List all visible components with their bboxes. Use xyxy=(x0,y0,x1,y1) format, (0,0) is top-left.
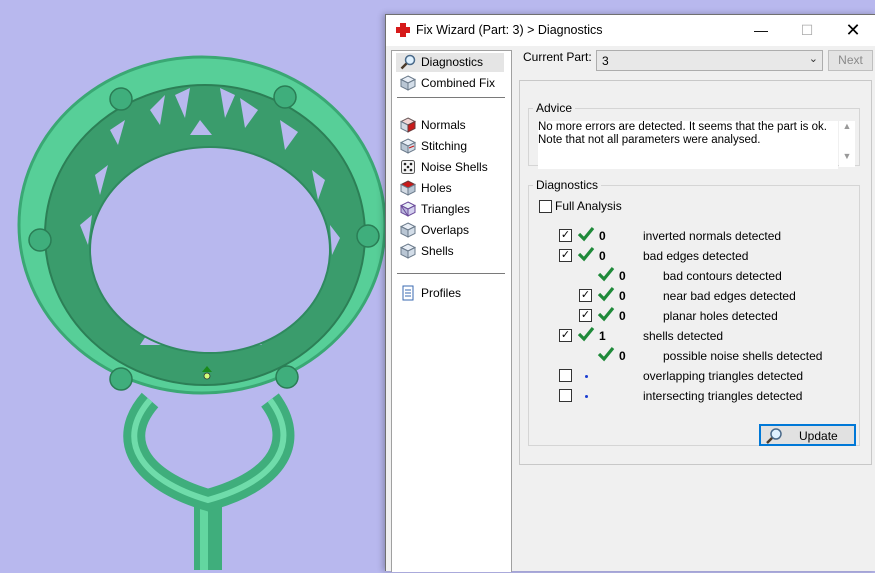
ring-model-render xyxy=(17,55,387,570)
diag-count: 1 xyxy=(599,329,606,343)
advice-line: Note that not all parameters were analys… xyxy=(538,134,761,146)
bad-edges-checkbox[interactable]: ✓ xyxy=(559,249,572,262)
title-bar[interactable]: Fix Wizard (Part: 3) > Diagnostics — ☐ ✕ xyxy=(386,15,875,46)
diag-count: 0 xyxy=(619,309,626,323)
planar-holes-checkbox[interactable]: ✓ xyxy=(579,309,592,322)
inverted-normals-checkbox[interactable]: ✓ xyxy=(559,229,572,242)
model-viewport[interactable] xyxy=(0,0,387,570)
nav-divider xyxy=(397,97,505,98)
current-part-value: 3 xyxy=(602,54,609,68)
current-part-label: Current Part: xyxy=(523,50,592,64)
dice-icon xyxy=(401,160,415,174)
close-button[interactable]: ✕ xyxy=(830,15,875,46)
nav-item-profiles[interactable]: Profiles xyxy=(396,284,504,303)
nav-item-diagnostics[interactable]: Diagnostics xyxy=(396,53,504,72)
nav-label: Normals xyxy=(421,118,466,132)
red-cube-icon xyxy=(400,117,416,133)
advice-text: No more errors are detected. It seems th… xyxy=(538,121,838,169)
green-check-icon xyxy=(577,246,595,262)
nav-label: Shells xyxy=(421,244,454,258)
nav-item-shells[interactable]: Shells xyxy=(396,242,504,261)
chevron-down-icon: ⌄ xyxy=(808,53,818,65)
near-bad-edges-checkbox[interactable]: ✓ xyxy=(579,289,592,302)
diag-count: 0 xyxy=(599,249,606,263)
cube-icon xyxy=(400,243,416,259)
advice-line: No more errors are detected. It seems th… xyxy=(538,121,827,133)
diagnostics-panel: Advice No more errors are detected. It s… xyxy=(519,80,872,465)
scroll-down-icon[interactable]: ▼ xyxy=(839,151,855,161)
intersecting-triangles-checkbox[interactable] xyxy=(559,389,572,402)
nav-label: Triangles xyxy=(421,202,470,216)
diag-count: 0 xyxy=(619,289,626,303)
update-button[interactable]: Update xyxy=(759,424,856,446)
full-analysis-label: Full Analysis xyxy=(555,199,622,213)
nav-label: Combined Fix xyxy=(421,76,496,90)
nav-item-stitching[interactable]: Stitching xyxy=(396,137,504,156)
nav-item-holes[interactable]: Holes xyxy=(396,179,504,198)
wizard-nav-panel: Diagnostics Combined Fix Normals Stitchi… xyxy=(391,50,512,572)
diag-label: intersecting triangles detected xyxy=(643,389,803,403)
nav-label: Stitching xyxy=(421,139,468,153)
advice-legend: Advice xyxy=(536,101,573,115)
diag-count: 0 xyxy=(599,229,606,243)
nav-label: Profiles xyxy=(421,286,462,300)
nav-item-normals[interactable]: Normals xyxy=(396,116,504,135)
minimize-button[interactable]: — xyxy=(738,15,784,46)
cube-stitch-icon xyxy=(400,138,416,154)
green-check-icon xyxy=(597,346,615,362)
scroll-up-icon[interactable]: ▲ xyxy=(839,121,855,131)
nav-item-overlaps[interactable]: Overlaps xyxy=(396,221,504,240)
magnifier-icon xyxy=(766,428,782,444)
advice-group: Advice No more errors are detected. It s… xyxy=(528,101,860,169)
diag-label: overlapping triangles detected xyxy=(643,369,804,383)
diag-label: bad contours detected xyxy=(663,269,782,283)
diag-label: shells detected xyxy=(643,329,724,343)
magnifier-icon xyxy=(400,54,416,70)
diag-count: 0 xyxy=(619,349,626,363)
fix-wizard-dialog: Fix Wizard (Part: 3) > Diagnostics — ☐ ✕… xyxy=(385,14,875,572)
green-check-icon xyxy=(577,226,595,242)
red-cube-icon xyxy=(400,180,416,196)
nav-item-triangles[interactable]: Triangles xyxy=(396,200,504,219)
nav-label: Diagnostics xyxy=(421,55,484,69)
window-title: Fix Wizard (Part: 3) > Diagnostics xyxy=(416,23,603,37)
green-check-icon xyxy=(597,286,615,302)
diag-label: bad edges detected xyxy=(643,249,749,263)
update-label: Update xyxy=(799,429,838,443)
nav-label: Overlaps xyxy=(421,223,470,237)
diag-label: near bad edges detected xyxy=(663,289,796,303)
overlapping-triangles-checkbox[interactable] xyxy=(559,369,572,382)
nav-label: Holes xyxy=(421,181,452,195)
nav-item-noise-shells[interactable]: Noise Shells xyxy=(396,158,504,177)
cube-icon xyxy=(400,75,416,91)
diag-count: 0 xyxy=(619,269,626,283)
diag-label: possible noise shells detected xyxy=(663,349,823,363)
document-icon xyxy=(402,285,414,301)
diagnostics-legend: Diagnostics xyxy=(536,178,599,192)
nav-divider xyxy=(397,273,505,274)
current-part-select[interactable]: 3 ⌄ xyxy=(596,50,823,71)
advice-scrollbar[interactable]: ▲ ▼ xyxy=(839,121,855,167)
nav-item-combined-fix[interactable]: Combined Fix xyxy=(396,74,504,93)
diag-label: planar holes detected xyxy=(663,309,778,323)
green-check-icon xyxy=(577,326,595,342)
full-analysis-checkbox[interactable] xyxy=(539,200,552,213)
cube-icon xyxy=(400,222,416,238)
shells-checkbox[interactable]: ✓ xyxy=(559,329,572,342)
pending-dot-icon xyxy=(585,375,588,378)
next-button[interactable]: Next xyxy=(828,50,873,71)
pending-dot-icon xyxy=(585,395,588,398)
diag-label: inverted normals detected xyxy=(643,229,782,243)
maximize-button[interactable]: ☐ xyxy=(784,15,830,46)
red-cross-app-icon xyxy=(396,23,410,37)
triangle-cube-icon xyxy=(400,201,416,217)
diagnostics-group: Diagnostics Full Analysis ✓ 0 inverted n… xyxy=(528,178,860,446)
nav-label: Noise Shells xyxy=(421,160,488,174)
green-check-icon xyxy=(597,266,615,282)
green-check-icon xyxy=(597,306,615,322)
